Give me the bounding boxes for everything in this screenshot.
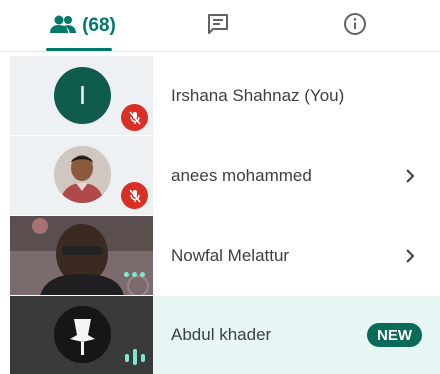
participant-name: Nowfal Melattur xyxy=(171,245,290,265)
participant-name: anees mohammed xyxy=(171,165,312,185)
participant-row: I Irshana Shahnaz (You) xyxy=(10,56,440,135)
participant-row[interactable]: Nowfal Melattur xyxy=(10,216,440,295)
avatar xyxy=(54,306,111,363)
chevron-right-icon[interactable] xyxy=(402,248,418,264)
audio-level-icon xyxy=(125,349,145,365)
participant-info: Nowfal Melattur xyxy=(153,216,440,295)
tab-chat[interactable] xyxy=(168,0,268,52)
participant-info: anees mohammed xyxy=(153,136,440,215)
participants-tab-bar: (68) xyxy=(0,0,440,52)
video-frame xyxy=(10,216,153,295)
participant-tile xyxy=(10,136,153,215)
avatar xyxy=(54,146,111,203)
tab-info[interactable] xyxy=(305,0,405,52)
participant-video xyxy=(10,216,153,295)
participant-info: Abdul khader NEW xyxy=(153,296,440,374)
mic-off-icon xyxy=(121,104,148,131)
chevron-right-icon[interactable] xyxy=(402,168,418,184)
participant-list: I Irshana Shahnaz (You) anees mohammed N… xyxy=(10,56,440,374)
speaking-dots-icon xyxy=(124,272,145,277)
participant-name: Irshana Shahnaz (You) xyxy=(171,85,345,105)
people-icon xyxy=(50,14,77,39)
chat-icon xyxy=(206,12,230,41)
participant-row[interactable]: Abdul khader NEW xyxy=(10,296,440,374)
tab-people[interactable]: (68) xyxy=(28,0,138,52)
mic-off-icon xyxy=(121,182,148,209)
participant-row[interactable]: anees mohammed xyxy=(10,136,440,215)
info-icon xyxy=(343,12,367,41)
participant-count: (68) xyxy=(82,15,116,36)
new-badge: NEW xyxy=(367,323,422,347)
participant-info: Irshana Shahnaz (You) xyxy=(153,56,440,135)
participant-tile xyxy=(10,296,153,374)
participant-name: Abdul khader xyxy=(171,325,272,344)
participant-tile: I xyxy=(10,56,153,135)
avatar: I xyxy=(54,67,111,124)
active-tab-indicator xyxy=(46,48,112,51)
